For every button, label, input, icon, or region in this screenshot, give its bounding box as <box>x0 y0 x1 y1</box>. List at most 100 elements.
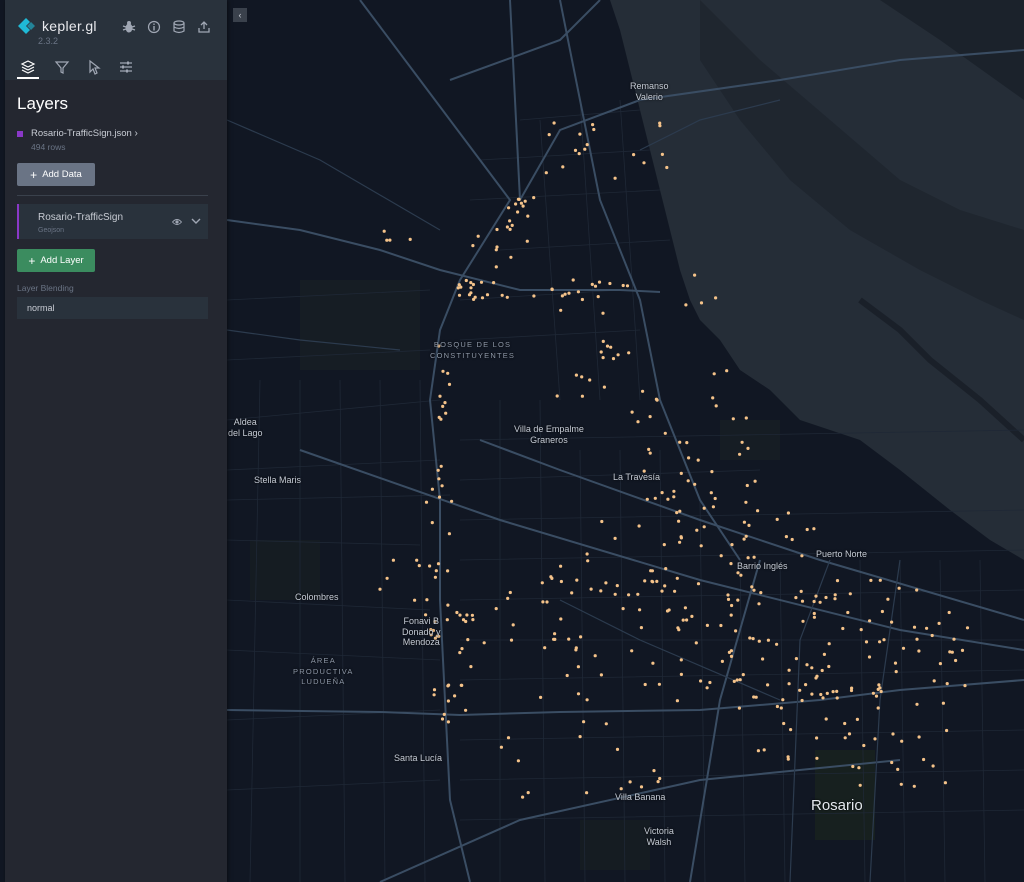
traffic-sign-point[interactable] <box>849 688 854 693</box>
traffic-sign-point[interactable] <box>469 665 473 669</box>
traffic-sign-point[interactable] <box>708 680 712 685</box>
traffic-sign-point[interactable] <box>719 554 723 558</box>
database-icon[interactable] <box>172 20 186 34</box>
traffic-sign-point[interactable] <box>739 573 743 577</box>
traffic-sign-point[interactable] <box>437 477 441 481</box>
traffic-sign-point[interactable] <box>526 791 530 795</box>
traffic-sign-point[interactable] <box>434 569 438 573</box>
traffic-sign-point[interactable] <box>862 743 866 748</box>
traffic-sign-point[interactable] <box>616 353 620 357</box>
traffic-sign-point[interactable] <box>544 171 548 175</box>
bug-icon[interactable] <box>122 20 136 34</box>
traffic-sign-point[interactable] <box>687 456 691 460</box>
traffic-sign-point[interactable] <box>424 500 429 504</box>
traffic-sign-point[interactable] <box>678 509 682 513</box>
traffic-sign-point[interactable] <box>432 688 437 692</box>
traffic-sign-point[interactable] <box>585 143 589 147</box>
traffic-sign-point[interactable] <box>734 629 738 633</box>
traffic-sign-point[interactable] <box>648 451 652 455</box>
traffic-sign-point[interactable] <box>653 496 657 500</box>
traffic-sign-point[interactable] <box>580 394 585 398</box>
traffic-sign-point[interactable] <box>679 658 683 662</box>
traffic-sign-point[interactable] <box>596 295 600 299</box>
traffic-sign-point[interactable] <box>841 626 845 631</box>
traffic-sign-point[interactable] <box>878 578 882 582</box>
info-icon[interactable] <box>147 20 161 34</box>
traffic-sign-point[interactable] <box>833 593 837 597</box>
traffic-sign-point[interactable] <box>699 679 703 683</box>
traffic-sign-point[interactable] <box>746 446 750 450</box>
traffic-sign-point[interactable] <box>731 417 735 421</box>
traffic-sign-point[interactable] <box>519 201 524 205</box>
traffic-sign-point[interactable] <box>662 543 666 547</box>
traffic-sign-point[interactable] <box>726 597 731 602</box>
traffic-sign-point[interactable] <box>578 132 582 136</box>
traffic-sign-point[interactable] <box>506 736 511 740</box>
traffic-sign-point[interactable] <box>812 527 816 531</box>
traffic-sign-point[interactable] <box>912 784 916 788</box>
traffic-sign-point[interactable] <box>710 470 714 474</box>
traffic-sign-point[interactable] <box>730 603 734 608</box>
traffic-sign-point[interactable] <box>650 579 654 583</box>
traffic-sign-point[interactable] <box>436 562 441 566</box>
traffic-sign-point[interactable] <box>729 613 733 617</box>
traffic-sign-point[interactable] <box>453 694 457 698</box>
traffic-sign-point[interactable] <box>385 576 389 580</box>
traffic-sign-point[interactable] <box>642 161 646 165</box>
traffic-sign-point[interactable] <box>492 281 496 285</box>
traffic-sign-point[interactable] <box>561 165 565 169</box>
traffic-sign-point[interactable] <box>835 689 839 694</box>
traffic-sign-point[interactable] <box>678 540 682 544</box>
traffic-sign-point[interactable] <box>430 487 434 491</box>
traffic-sign-point[interactable] <box>582 720 586 724</box>
traffic-sign-point[interactable] <box>879 689 883 694</box>
traffic-sign-point[interactable] <box>636 592 640 596</box>
traffic-sign-point[interactable] <box>471 618 475 622</box>
traffic-sign-point[interactable] <box>625 284 630 288</box>
traffic-sign-point[interactable] <box>876 706 880 710</box>
traffic-sign-point[interactable] <box>660 491 664 495</box>
traffic-sign-point[interactable] <box>699 544 703 548</box>
traffic-sign-point[interactable] <box>560 294 565 298</box>
traffic-sign-point[interactable] <box>649 569 653 573</box>
traffic-sign-point[interactable] <box>714 296 718 300</box>
traffic-sign-point[interactable] <box>675 699 680 703</box>
traffic-sign-point[interactable] <box>438 394 442 398</box>
traffic-sign-point[interactable] <box>890 620 894 624</box>
traffic-sign-point[interactable] <box>696 582 701 586</box>
traffic-sign-point[interactable] <box>433 575 437 579</box>
traffic-sign-point[interactable] <box>660 589 664 593</box>
traffic-sign-point[interactable] <box>450 499 454 503</box>
traffic-sign-point[interactable] <box>630 410 634 414</box>
traffic-sign-point[interactable] <box>567 291 571 295</box>
traffic-sign-point[interactable] <box>652 769 656 773</box>
traffic-sign-point[interactable] <box>798 688 802 692</box>
traffic-sign-point[interactable] <box>550 287 554 292</box>
traffic-sign-point[interactable] <box>597 280 602 284</box>
traffic-sign-point[interactable] <box>540 581 544 585</box>
traffic-sign-point[interactable] <box>469 286 473 290</box>
traffic-sign-point[interactable] <box>609 345 613 349</box>
collapse-sidebar-button[interactable]: ‹ <box>233 8 247 22</box>
traffic-sign-point[interactable] <box>794 596 798 600</box>
traffic-sign-point[interactable] <box>663 584 667 588</box>
traffic-sign-point[interactable] <box>925 626 929 630</box>
traffic-sign-point[interactable] <box>443 401 447 405</box>
traffic-sign-point[interactable] <box>759 591 763 595</box>
traffic-sign-point[interactable] <box>473 295 477 299</box>
traffic-sign-point[interactable] <box>465 613 469 617</box>
traffic-sign-point[interactable] <box>665 165 669 170</box>
traffic-sign-point[interactable] <box>559 617 563 621</box>
traffic-sign-point[interactable] <box>730 543 734 547</box>
traffic-sign-point[interactable] <box>859 628 863 632</box>
interaction-icon[interactable] <box>85 58 103 76</box>
traffic-sign-point[interactable] <box>600 519 604 524</box>
traffic-sign-point[interactable] <box>753 479 757 483</box>
traffic-sign-point[interactable] <box>577 152 581 156</box>
traffic-sign-point[interactable] <box>712 372 716 376</box>
traffic-sign-point[interactable] <box>857 766 861 770</box>
traffic-sign-point[interactable] <box>656 780 660 784</box>
traffic-sign-point[interactable] <box>812 599 816 604</box>
traffic-sign-point[interactable] <box>896 767 900 772</box>
traffic-sign-point[interactable] <box>458 651 462 655</box>
